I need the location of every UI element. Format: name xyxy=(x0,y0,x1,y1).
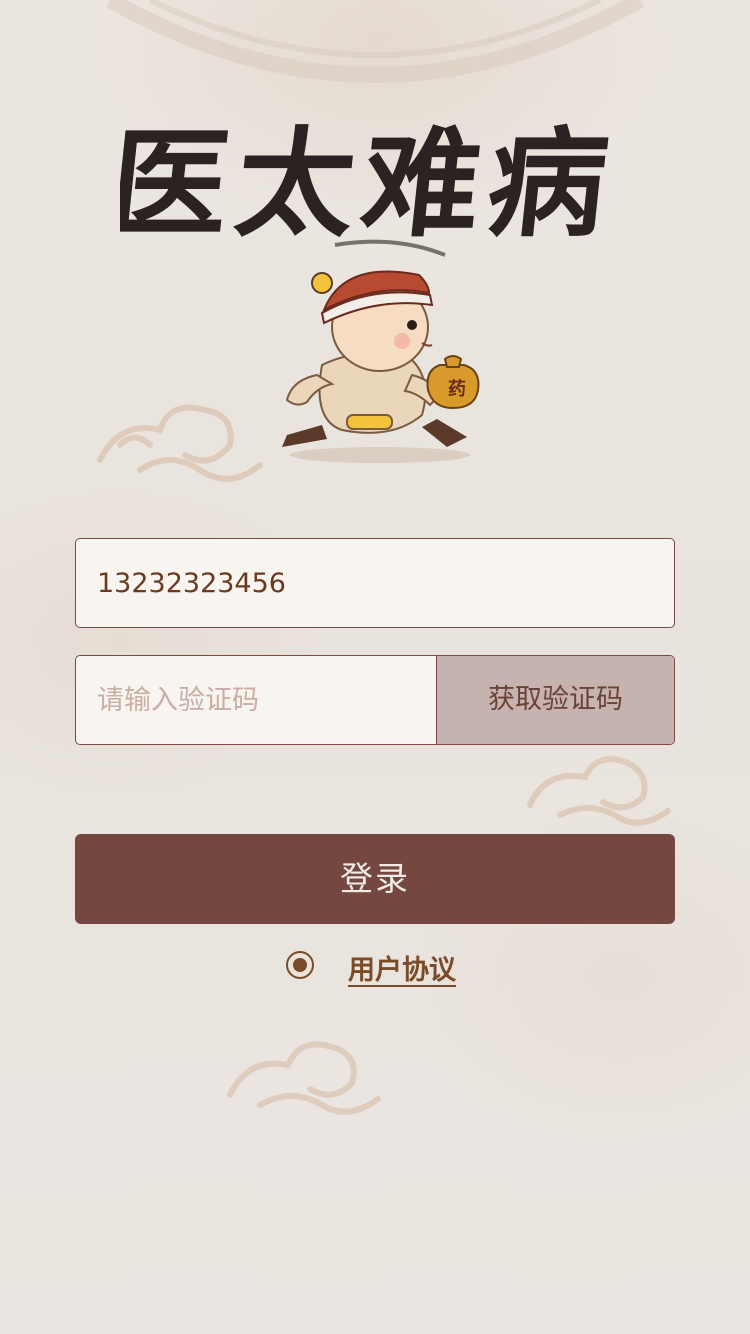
get-code-button[interactable]: 获取验证码 xyxy=(436,656,674,744)
verification-code-input[interactable] xyxy=(76,656,436,744)
mascot-illustration: 药 xyxy=(262,255,492,470)
fret-pattern-arc xyxy=(106,0,644,83)
agreement-radio[interactable] xyxy=(286,951,314,979)
calligraphy-logo-graphic: 医太难病 xyxy=(103,114,622,257)
app-logo: 医太难病 xyxy=(103,95,630,265)
bee-icon xyxy=(311,272,333,294)
cloud-decoration-left xyxy=(97,404,263,482)
phone-field xyxy=(75,538,675,628)
verification-code-row: 获取验证码 xyxy=(75,655,675,745)
cloud-decoration-right xyxy=(527,756,671,826)
user-agreement-link[interactable]: 用户协议 xyxy=(348,948,456,987)
cloud-decoration-bottom xyxy=(227,1041,381,1115)
phone-input[interactable] xyxy=(76,539,674,627)
logo-text: 医太难病 xyxy=(120,114,622,253)
medicine-bag-icon: 药 xyxy=(426,355,480,410)
bag-label: 药 xyxy=(448,378,466,400)
radio-checked-dot xyxy=(293,958,307,972)
login-button[interactable]: 登录 xyxy=(75,834,675,924)
mascot-graphic: 药 xyxy=(282,270,480,463)
